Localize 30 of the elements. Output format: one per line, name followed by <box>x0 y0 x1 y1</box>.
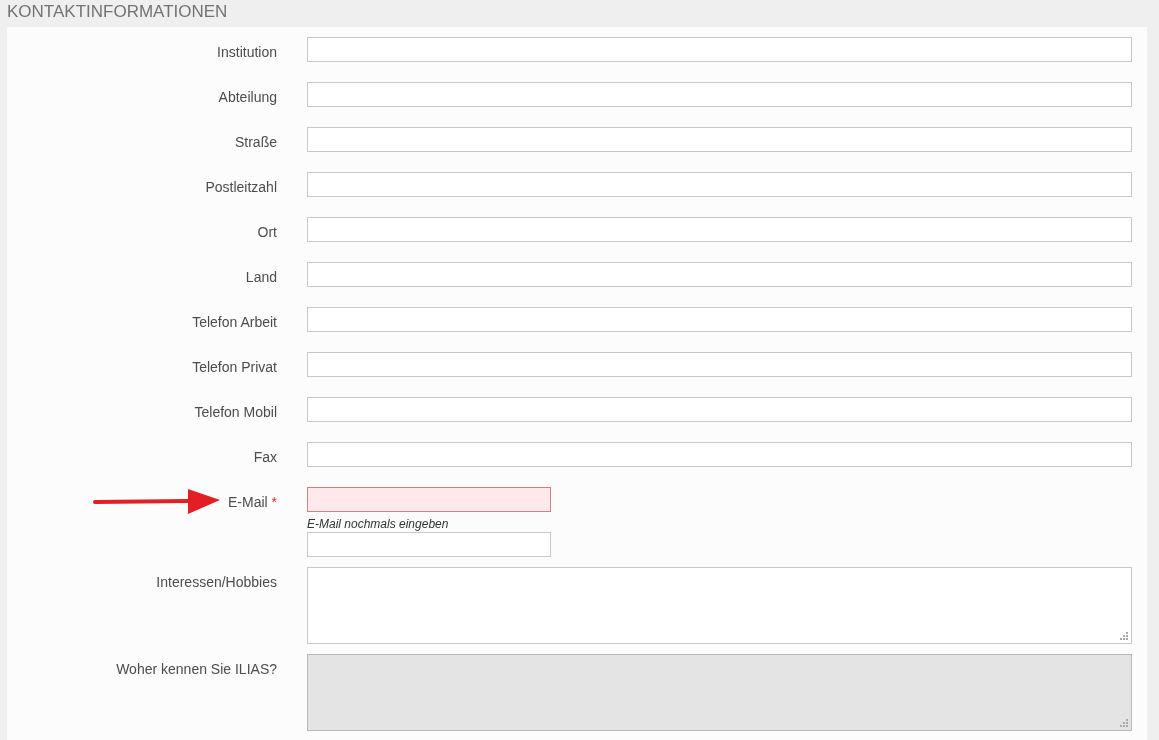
field-label: Woher kennen Sie ILIAS? <box>116 660 277 679</box>
resize-grip-icon[interactable] <box>1120 632 1128 640</box>
field-label: Land <box>245 268 277 287</box>
text-area[interactable] <box>307 567 1132 644</box>
required-mark: * <box>271 494 277 510</box>
text-input[interactable] <box>307 217 1132 242</box>
email-input[interactable] <box>307 487 551 512</box>
field-label: Telefon Arbeit <box>192 313 277 332</box>
text-input[interactable] <box>307 442 1132 467</box>
text-input[interactable] <box>307 307 1132 332</box>
field-label: Institution <box>217 43 277 62</box>
field-label: Ort <box>257 223 277 242</box>
text-input[interactable] <box>307 397 1132 422</box>
text-input[interactable] <box>307 127 1132 152</box>
field-label: Abteilung <box>218 88 277 107</box>
field-label: Postleitzahl <box>205 178 277 197</box>
field-label: E-Mail <box>228 494 268 510</box>
confirm-label: E-Mail nochmals eingeben <box>307 516 450 532</box>
text-input[interactable] <box>307 82 1132 107</box>
field-label: Fax <box>253 448 277 467</box>
text-input[interactable] <box>307 352 1132 377</box>
field-label: Straße <box>235 133 277 152</box>
field-label: Telefon Mobil <box>194 403 277 422</box>
email-confirm-input[interactable] <box>307 532 551 557</box>
text-input[interactable] <box>307 262 1132 287</box>
text-input[interactable] <box>307 37 1132 62</box>
field-label: Telefon Privat <box>192 358 277 377</box>
section-heading: KONTAKTINFORMATIONEN <box>6 1 229 23</box>
text-input[interactable] <box>307 172 1132 197</box>
field-label: Interessen/Hobbies <box>156 573 277 592</box>
